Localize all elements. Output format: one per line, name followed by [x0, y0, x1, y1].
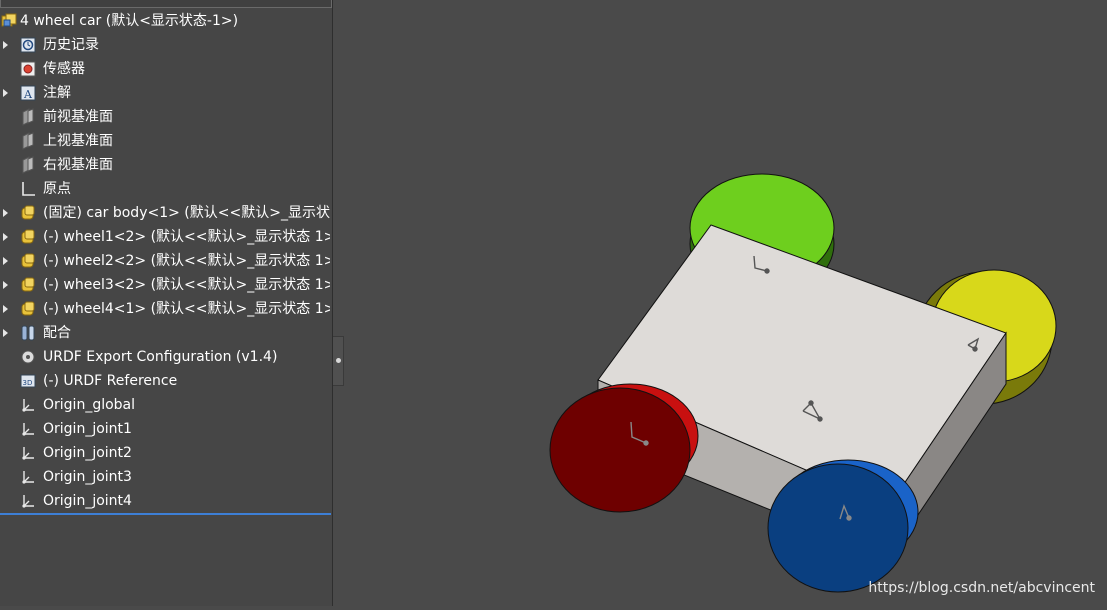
tree-item-label: (-) wheel4<1> (默认<<默认>_显示状态 1>: [43, 301, 330, 317]
coordinate-system-icon: [19, 420, 37, 438]
graphics-viewport[interactable]: https://blog.csdn.net/abcvincent: [344, 0, 1107, 606]
tree-item-label: Origin_joint4: [43, 493, 132, 509]
plane-icon: [19, 156, 37, 174]
expand-arrow-icon[interactable]: [3, 305, 8, 313]
watermark-text: https://blog.csdn.net/abcvincent: [868, 580, 1095, 596]
tree-item[interactable]: A 注解: [0, 81, 330, 105]
tree-item-label: (-) wheel2<2> (默认<<默认>_显示状态 1>: [43, 253, 330, 269]
mates-icon: [19, 324, 37, 342]
wheel-front-left[interactable]: [549, 383, 699, 513]
expand-arrow-icon[interactable]: [3, 209, 8, 217]
expand-arrow-icon[interactable]: [3, 257, 8, 265]
feature-tree-panel: 4 wheel car (默认<显示状态-1>) 历史记录传感器 A 注解前视基准面…: [0, 0, 333, 606]
tree-item-label: 配合: [43, 325, 71, 341]
svg-text:3D: 3D: [23, 379, 33, 387]
tree-item[interactable]: 右视基准面: [0, 153, 330, 177]
part-icon: [19, 252, 37, 270]
origin-icon: [19, 180, 37, 198]
plane-icon: [19, 132, 37, 150]
tree-item-label: URDF Export Configuration (v1.4): [43, 349, 278, 365]
tree-item-label: (-) wheel3<2> (默认<<默认>_显示状态 1>: [43, 277, 330, 293]
urdf-reference-icon: 3D: [19, 372, 37, 390]
part-icon: [19, 204, 37, 222]
tree-item-label: Origin_joint1: [43, 421, 132, 437]
panel-splitter-handle[interactable]: [333, 336, 344, 386]
part-icon: [19, 228, 37, 246]
tree-item[interactable]: 上视基准面: [0, 129, 330, 153]
tree-item[interactable]: (-) wheel4<1> (默认<<默认>_显示状态 1>: [0, 297, 330, 321]
coordinate-system-icon: [19, 492, 37, 510]
assembly-icon: [0, 12, 18, 30]
tree-item-label: 前视基准面: [43, 109, 113, 125]
rollback-bar[interactable]: [0, 513, 331, 515]
history-icon: [19, 36, 37, 54]
tree-filter-bar[interactable]: [0, 0, 332, 8]
annotation-icon: A: [19, 84, 37, 102]
tree-item-label: (固定) car body<1> (默认<<默认>_显示状: [43, 205, 330, 221]
tree-item[interactable]: Origin_joint4: [0, 489, 330, 513]
tree-item[interactable]: 传感器: [0, 57, 330, 81]
expand-arrow-icon[interactable]: [3, 233, 8, 241]
tree-item-label: 历史记录: [43, 37, 99, 53]
expand-arrow-icon[interactable]: [3, 281, 8, 289]
plane-icon: [19, 108, 37, 126]
tree-item-label: 右视基准面: [43, 157, 113, 173]
tree-item[interactable]: 原点: [0, 177, 330, 201]
tree-item[interactable]: Origin_joint2: [0, 441, 330, 465]
coordinate-system-icon: [19, 396, 37, 414]
coordinate-system-icon: [19, 444, 37, 462]
tree-item[interactable]: 历史记录: [0, 33, 330, 57]
sensor-icon: [19, 60, 37, 78]
tree-item-label: 传感器: [43, 61, 85, 77]
expand-arrow-icon[interactable]: [3, 329, 8, 337]
tree-item[interactable]: (-) wheel1<2> (默认<<默认>_显示状态 1>: [0, 225, 330, 249]
tree-item[interactable]: 配合: [0, 321, 330, 345]
tree-item-label: Origin_global: [43, 397, 136, 413]
svg-text:A: A: [23, 88, 33, 101]
tree-item-root[interactable]: 4 wheel car (默认<显示状态-1>): [0, 9, 330, 33]
coordinate-system-icon: [19, 468, 37, 486]
part-icon: [19, 300, 37, 318]
tree-item-label: (-) wheel1<2> (默认<<默认>_显示状态 1>: [43, 229, 330, 245]
tree-item[interactable]: (固定) car body<1> (默认<<默认>_显示状: [0, 201, 330, 225]
tree-item-label: Origin_joint3: [43, 469, 132, 485]
tree-item[interactable]: (-) wheel2<2> (默认<<默认>_显示状态 1>: [0, 249, 330, 273]
tree-item-label: 上视基准面: [43, 133, 113, 149]
tree-item[interactable]: 3D (-) URDF Reference: [0, 369, 330, 393]
tree-item[interactable]: URDF Export Configuration (v1.4): [0, 345, 330, 369]
tree-item[interactable]: Origin_joint1: [0, 417, 330, 441]
tree-item-label: Origin_joint2: [43, 445, 132, 461]
part-icon: [19, 276, 37, 294]
tree-item-label: 原点: [43, 181, 71, 197]
tree-item-label: 注解: [43, 85, 71, 101]
tree-item[interactable]: Origin_global: [0, 393, 330, 417]
urdf-config-icon: [19, 348, 37, 366]
expand-arrow-icon[interactable]: [3, 89, 8, 97]
tree-item-label: (-) URDF Reference: [43, 373, 178, 389]
tree-root-label: 4 wheel car (默认<显示状态-1>): [20, 13, 239, 29]
expand-arrow-icon[interactable]: [3, 41, 8, 49]
tree-item[interactable]: (-) wheel3<2> (默认<<默认>_显示状态 1>: [0, 273, 330, 297]
tree-item[interactable]: 前视基准面: [0, 105, 330, 129]
splitter-grip-icon: [336, 358, 341, 363]
tree-item[interactable]: Origin_joint3: [0, 465, 330, 489]
